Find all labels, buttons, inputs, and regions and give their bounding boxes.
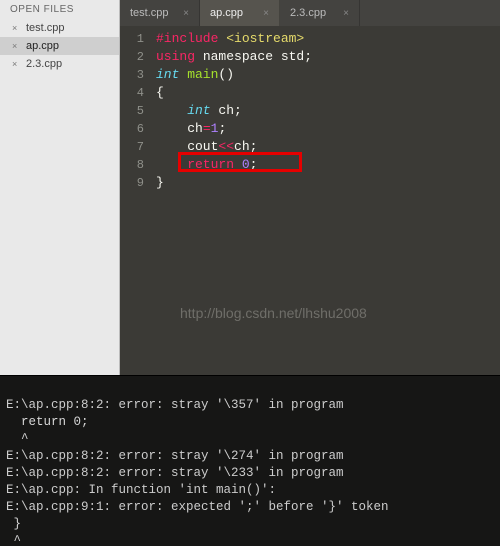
tab-test[interactable]: test.cpp × <box>120 0 200 26</box>
tab-23[interactable]: 2.3.cpp × <box>280 0 360 26</box>
sidebar: OPEN FILES × test.cpp × ap.cpp × 2.3.cpp <box>0 0 120 375</box>
sidebar-item-23[interactable]: × 2.3.cpp <box>0 55 119 73</box>
sidebar-item-label: ap.cpp <box>26 40 59 52</box>
top-area: OPEN FILES × test.cpp × ap.cpp × 2.3.cpp… <box>0 0 500 375</box>
tab-label: 2.3.cpp <box>290 7 326 19</box>
line-gutter: 1 2 3 4 5 6 7 8 9 <box>120 26 150 375</box>
code-area[interactable]: #include <iostream> using namespace std;… <box>150 26 500 375</box>
close-icon[interactable]: × <box>183 8 189 19</box>
editor-pane: test.cpp × ap.cpp × 2.3.cpp × 1 2 3 4 5 … <box>120 0 500 375</box>
console-line: E:\ap.cpp:8:2: error: stray '\357' in pr… <box>6 398 344 412</box>
console-line: E:\ap.cpp:8:2: error: stray '\274' in pr… <box>6 449 344 463</box>
console-line: E:\ap.cpp:8:2: error: stray '\233' in pr… <box>6 466 344 480</box>
watermark: http://blog.csdn.net/lhshu2008 <box>180 304 367 322</box>
sidebar-item-label: test.cpp <box>26 22 65 34</box>
sidebar-item-test[interactable]: × test.cpp <box>0 19 119 37</box>
sidebar-item-label: 2.3.cpp <box>26 58 62 70</box>
tab-ap[interactable]: ap.cpp × <box>200 0 280 26</box>
tab-bar: test.cpp × ap.cpp × 2.3.cpp × <box>120 0 500 26</box>
sidebar-item-ap[interactable]: × ap.cpp <box>0 37 119 55</box>
close-icon[interactable]: × <box>12 59 22 69</box>
console-line: return 0; <box>6 415 89 429</box>
tab-label: test.cpp <box>130 7 169 19</box>
console-line: E:\ap.cpp: In function 'int main()': <box>6 483 276 497</box>
tab-label: ap.cpp <box>210 7 243 19</box>
build-output[interactable]: E:\ap.cpp:8:2: error: stray '\357' in pr… <box>0 375 500 546</box>
code-editor[interactable]: 1 2 3 4 5 6 7 8 9 #include <iostream> us… <box>120 26 500 375</box>
close-icon[interactable]: × <box>263 8 269 19</box>
console-line: E:\ap.cpp:9:1: error: expected ';' befor… <box>6 500 389 514</box>
console-line: } <box>6 517 21 531</box>
close-icon[interactable]: × <box>12 41 22 51</box>
close-icon[interactable]: × <box>343 8 349 19</box>
console-line: ^ <box>6 534 21 546</box>
console-line: ^ <box>6 432 29 446</box>
open-files-header: OPEN FILES <box>0 0 119 19</box>
close-icon[interactable]: × <box>12 23 22 33</box>
